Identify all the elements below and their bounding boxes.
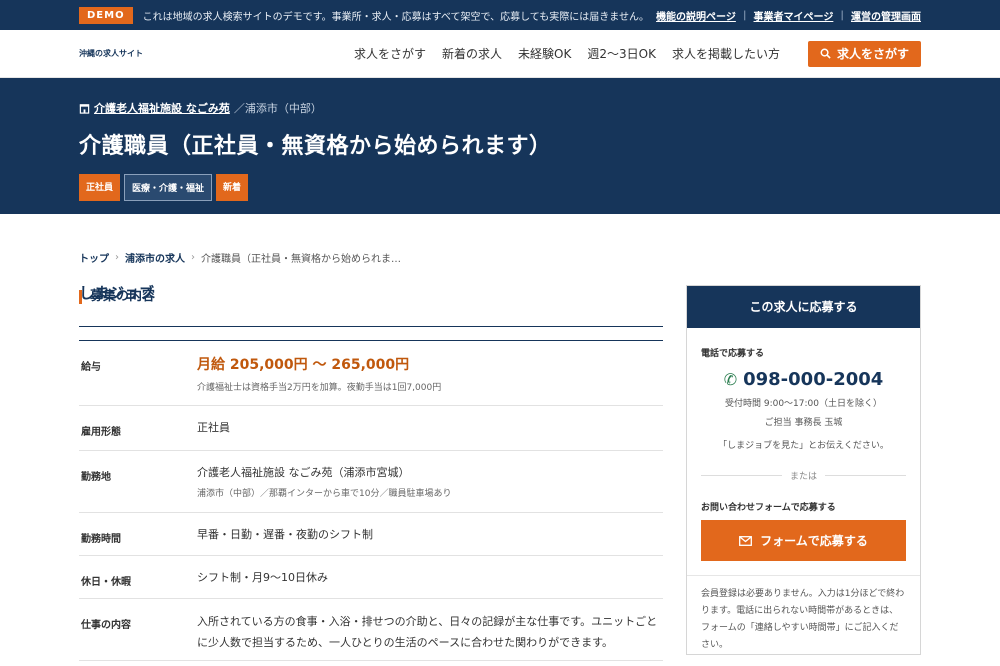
search-icon: [820, 48, 831, 59]
nav-new-jobs[interactable]: 新着の求人: [442, 45, 502, 62]
detail-value: 正社員: [197, 421, 230, 434]
facility-name-link[interactable]: 介護老人福祉施設 なごみ苑: [94, 100, 230, 116]
job-tags: 正社員 医療・介護・福祉 新着: [79, 174, 921, 201]
salary-note: 介護福祉士は資格手当2万円を加算。夜勤手当は1回7,000円: [197, 383, 442, 393]
salary-value: 月給 205,000円 〜 265,000円: [197, 357, 410, 373]
demo-notice-bar: DEMO これは地域の求人検索サイトのデモです。事業所・求人・応募はすべて架空で…: [0, 0, 1000, 30]
top-link-business-mypage[interactable]: 事業者マイページ: [754, 8, 834, 23]
detail-row-hours: 勤務時間 早番・日勤・遅番・夜勤のシフト制: [79, 513, 663, 556]
divider: [701, 475, 782, 476]
top-link-features[interactable]: 機能の説明ページ: [656, 8, 736, 23]
tag-category: 医療・介護・福祉: [124, 174, 213, 201]
section-title: 募集の内容: [79, 290, 663, 304]
detail-value: シフト制・月9〜10日休み: [197, 571, 328, 584]
phone-hours: 受付時間 9:00〜17:00（土日を除く）: [724, 399, 882, 409]
phone-number: 098-000-2004: [743, 369, 884, 390]
demo-badge: DEMO: [79, 6, 133, 24]
demo-notice-text: これは地域の求人検索サイトのデモです。事業所・求人・応募はすべて架空で、応募して…: [142, 11, 649, 23]
form-apply-label: お問い合わせフォームで応募する: [701, 503, 836, 513]
apply-panel: この求人に応募する 電話で応募する ✆ 098-000-2004 受付時間 9:…: [686, 285, 921, 656]
nav-post-job[interactable]: 求人を掲載したい方: [672, 45, 780, 62]
detail-value-group: 介護老人福祉施設 なごみ苑（浦添市宮城） 浦添市（中部）／那覇インターから車で1…: [197, 464, 663, 512]
location-note: 浦添市（中部）／那覇インターから車で10分／職員駐車場あり: [197, 489, 452, 499]
detail-row-employment: 雇用形態 正社員: [79, 406, 663, 451]
site-header: 沖縄の求人サイト しまジョブ 求人をさがす 新着の求人 未経験OK 週2〜3日O…: [0, 30, 1000, 301]
detail-label: 勤務地: [81, 472, 111, 483]
form-apply-button[interactable]: フォームで応募する: [701, 520, 906, 561]
phone-contact-person: ご担当 事務長 玉城: [764, 418, 843, 428]
detail-value: 入所されている方の食事・入浴・排せつの介助と、日々の記録が主な仕事です。ユニット…: [197, 615, 658, 649]
apply-panel-body: 電話で応募する ✆ 098-000-2004 受付時間 9:00〜17:00（土…: [687, 328, 920, 654]
job-details-table: 給与 月給 205,000円 〜 265,000円 介護福祉士は資格手当2万円を…: [79, 340, 663, 661]
main-nav: 求人をさがす 新着の求人 未経験OK 週2〜3日OK 求人を掲載したい方 求人を…: [143, 40, 921, 67]
divider: |: [742, 9, 747, 21]
site-logo[interactable]: 沖縄の求人サイト しまジョブ: [79, 48, 154, 301]
breadcrumb: トップ › 浦添市の求人 › 介護職員（正社員・無資格から始められま…: [79, 250, 401, 265]
detail-label: 仕事の内容: [81, 620, 131, 631]
breadcrumb-current: 介護職員（正社員・無資格から始められま…: [201, 254, 401, 265]
detail-row-duties: 仕事の内容 入所されている方の食事・入浴・排せつの介助と、日々の記録が主な仕事で…: [79, 599, 663, 661]
divider: |: [840, 9, 844, 21]
detail-label: 休日・休暇: [81, 577, 131, 588]
detail-label: 給与: [81, 362, 101, 373]
facility-line: 介護老人福祉施設 なごみ苑 ／浦添市（中部）: [79, 100, 921, 116]
or-text: または: [790, 472, 818, 482]
detail-value: 介護老人福祉施設 なごみ苑（浦添市宮城）: [197, 466, 410, 479]
detail-row-holidays: 休日・休暇 シフト制・月9〜10日休み: [79, 556, 663, 599]
search-jobs-button-label: 求人をさがす: [836, 47, 909, 61]
detail-value-group: 月給 205,000円 〜 265,000円 介護福祉士は資格手当2万円を加算。…: [197, 354, 663, 405]
top-link-admin[interactable]: 運営の管理画面: [851, 8, 921, 23]
detail-value: 早番・日勤・遅番・夜勤のシフト制: [197, 528, 373, 541]
job-details: 募集の内容 給与 月給 205,000円 〜 265,000円 介護福祉士は資格…: [79, 285, 663, 661]
nav-2-3-days[interactable]: 週2〜3日OK: [587, 45, 656, 62]
apply-panel-title: この求人に応募する: [687, 286, 920, 328]
or-divider: または: [701, 469, 907, 482]
chevron-right-icon: ›: [191, 252, 195, 263]
tag-new: 新着: [216, 174, 249, 201]
nav-search-jobs[interactable]: 求人をさがす: [354, 45, 426, 62]
chevron-right-icon: ›: [115, 252, 119, 263]
phone-number-link[interactable]: ✆ 098-000-2004: [701, 369, 906, 390]
phone-instruction: 「しまジョブを見た」とお伝えください。: [718, 441, 889, 451]
detail-label: 勤務時間: [81, 534, 121, 545]
top-links: 機能の説明ページ | 事業者マイページ | 運営の管理画面: [656, 8, 921, 23]
facility-location: ／浦添市（中部）: [233, 102, 322, 115]
phone-apply-label: 電話で応募する: [701, 349, 765, 359]
detail-row-location: 勤務地 介護老人福祉施設 なごみ苑（浦添市宮城） 浦添市（中部）／那覇インターか…: [79, 451, 663, 513]
phone-icon: ✆: [723, 370, 738, 389]
nav-no-experience[interactable]: 未経験OK: [518, 45, 571, 62]
tag-employment-type: 正社員: [79, 174, 121, 201]
form-apply-button-label: フォームで応募する: [760, 534, 868, 548]
building-icon: [79, 103, 90, 114]
job-title: 介護職員（正社員・無資格から始められます）: [79, 134, 552, 159]
breadcrumb-home[interactable]: トップ: [79, 250, 109, 265]
breadcrumb-area[interactable]: 浦添市の求人: [125, 250, 185, 265]
mail-icon: [739, 535, 753, 546]
logo-tagline: 沖縄の求人サイト: [79, 49, 143, 58]
apply-note: 会員登録は必要ありません。入力は1分ほどで終わります。電話に出られない時間帯があ…: [687, 575, 920, 654]
divider: [825, 475, 907, 476]
detail-row-salary: 給与 月給 205,000円 〜 265,000円 介護福祉士は資格手当2万円を…: [79, 341, 663, 406]
search-jobs-button[interactable]: 求人をさがす: [807, 40, 921, 67]
detail-label: 雇用形態: [81, 427, 121, 438]
job-hero: 介護老人福祉施設 なごみ苑 ／浦添市（中部） 介護職員（正社員・無資格から始めら…: [0, 78, 1000, 214]
